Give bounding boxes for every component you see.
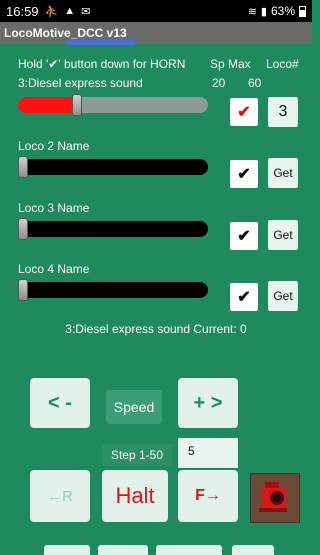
reverse-label: ←R — [47, 487, 73, 505]
loco-number-header: Loco# — [266, 57, 299, 71]
loco-4-horn-check-button[interactable]: ✔ — [230, 283, 258, 311]
speed-decrease-label: < - — [48, 391, 72, 414]
title-accent-bar — [66, 40, 136, 45]
halt-label: Halt — [115, 483, 155, 508]
loco-1-sp-max-a: 20 — [212, 76, 226, 90]
function-button-4[interactable] — [232, 545, 274, 555]
speed-label: Speed — [106, 390, 162, 424]
loco-3-slider-thumb[interactable] — [18, 218, 28, 240]
loco-1-sp-max-b: 60 — [248, 76, 262, 90]
loco-1-speed-fill — [18, 97, 76, 113]
loco-3-horn-check-button[interactable]: ✔ — [230, 222, 258, 250]
status-right: ≋ ▮ 63% — [248, 4, 306, 18]
app-title: LocoMotive_DCC v13 — [4, 26, 127, 40]
mail-icon: ✉ — [81, 5, 91, 18]
speed-increase-button[interactable]: + > — [178, 378, 238, 428]
loco-1-horn-check-button[interactable]: ✔ — [230, 98, 258, 126]
step-label: Step 1-50 — [102, 444, 172, 466]
function-button-3[interactable] — [156, 545, 222, 555]
current-status-line: 3:Diesel express sound Current: 0 — [65, 322, 247, 336]
function-button-1[interactable] — [44, 545, 90, 555]
loco-3-speed-slider[interactable] — [18, 218, 208, 240]
loco-4-name: Loco 4 Name — [18, 262, 90, 276]
halt-button[interactable]: Halt — [102, 470, 168, 522]
warning-icon: ▲ — [64, 5, 76, 17]
loco-3-name: Loco 3 Name — [18, 201, 90, 215]
horn-hint: Hold '✔' button down for HORN — [18, 57, 186, 71]
loco-4-speed-slider[interactable] — [18, 279, 208, 301]
loco-2-speed-slider[interactable] — [18, 156, 208, 178]
wifi-icon: ≋ — [247, 5, 257, 18]
loco-3-get-button[interactable]: Get — [268, 220, 298, 250]
step-input[interactable]: 5 — [178, 438, 238, 468]
loco-4-slider-thumb[interactable] — [18, 279, 28, 301]
battery-icon — [299, 5, 306, 17]
activity-icon: ⛹ — [44, 5, 59, 18]
status-left: 16:59 ⛹ ▲ ✉ — [6, 4, 90, 19]
battery-percent: 63% — [270, 4, 295, 18]
loco-2-get-button[interactable]: Get — [268, 158, 298, 188]
loco-1-number-button[interactable]: 3 — [268, 97, 298, 127]
loco-2-horn-check-button[interactable]: ✔ — [230, 160, 258, 188]
speed-decrease-button[interactable]: < - — [30, 378, 90, 428]
loco-2-name: Loco 2 Name — [18, 139, 90, 153]
status-bar: 16:59 ⛹ ▲ ✉ ≋ ▮ 63% — [0, 0, 312, 22]
function-button-2[interactable] — [98, 545, 148, 555]
app-title-bar: LocoMotive_DCC v13 — [0, 22, 312, 44]
status-time: 16:59 — [6, 3, 39, 19]
loco-1-slider-thumb[interactable] — [72, 94, 82, 116]
loco-4-get-button[interactable]: Get — [268, 281, 298, 311]
speed-increase-label: + > — [193, 391, 223, 414]
sp-max-header: Sp Max — [210, 57, 251, 71]
loco-1-name: 3:Diesel express sound — [18, 76, 143, 90]
loco-1-speed-slider[interactable] — [18, 94, 208, 116]
loco-2-slider-thumb[interactable] — [18, 156, 28, 178]
forward-button[interactable]: F→ — [178, 470, 238, 522]
forward-label: F→ — [195, 487, 221, 504]
reverse-button[interactable]: ←R — [30, 470, 90, 522]
horn-icon[interactable] — [250, 473, 300, 523]
signal-icon: ▮ — [260, 5, 267, 18]
